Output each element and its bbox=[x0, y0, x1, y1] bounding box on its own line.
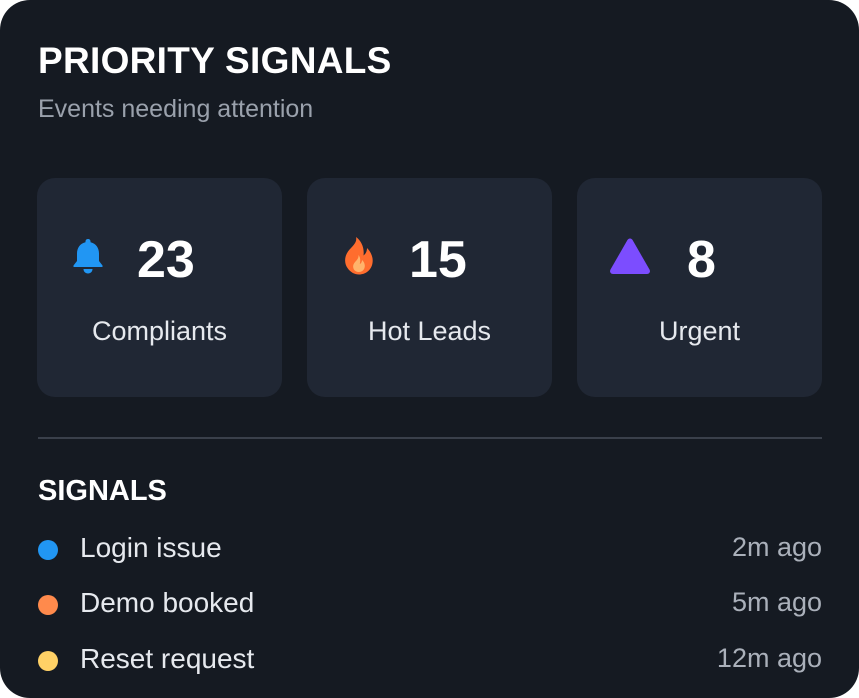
signal-row-login-issue[interactable]: Login issue 2m ago bbox=[38, 530, 822, 570]
priority-signals-card: PRIORITY SIGNALS Events needing attentio… bbox=[0, 0, 859, 698]
status-dot-yellow-icon bbox=[38, 651, 58, 671]
signal-row-reset-request[interactable]: Reset request 12m ago bbox=[38, 641, 822, 681]
status-dot-orange-icon bbox=[38, 595, 58, 615]
signals-section-title: SIGNALS bbox=[38, 475, 167, 507]
stat-value-hot-leads: 15 bbox=[409, 231, 467, 289]
signal-row-demo-booked[interactable]: Demo booked 5m ago bbox=[38, 585, 822, 625]
stat-label-urgent: Urgent bbox=[658, 316, 741, 346]
bell-icon bbox=[65, 233, 111, 279]
fire-icon bbox=[335, 233, 381, 279]
signal-timestamp: 12m ago bbox=[716, 643, 822, 673]
triangle-icon bbox=[607, 233, 653, 279]
signal-timestamp: 2m ago bbox=[731, 532, 822, 562]
signal-label: Demo booked bbox=[80, 587, 255, 618]
card-title: PRIORITY SIGNALS bbox=[38, 40, 392, 81]
stat-tile-complaints[interactable]: 23 Compliants bbox=[37, 178, 282, 397]
card-subtitle: Events needing attention bbox=[38, 95, 314, 123]
stat-tile-hot-leads[interactable]: 15 Hot Leads bbox=[307, 178, 552, 397]
signal-label: Reset request bbox=[80, 643, 255, 674]
section-divider bbox=[38, 437, 822, 439]
stat-value-urgent: 8 bbox=[687, 231, 716, 289]
stat-value-complaints: 23 bbox=[137, 231, 195, 289]
status-dot-blue-icon bbox=[38, 540, 58, 560]
stat-label-complaints: Compliants bbox=[91, 316, 228, 346]
signal-label: Login issue bbox=[80, 532, 222, 563]
stat-label-hot-leads: Hot Leads bbox=[367, 316, 492, 346]
signal-timestamp: 5m ago bbox=[731, 587, 822, 617]
stat-tile-urgent[interactable]: 8 Urgent bbox=[577, 178, 822, 397]
